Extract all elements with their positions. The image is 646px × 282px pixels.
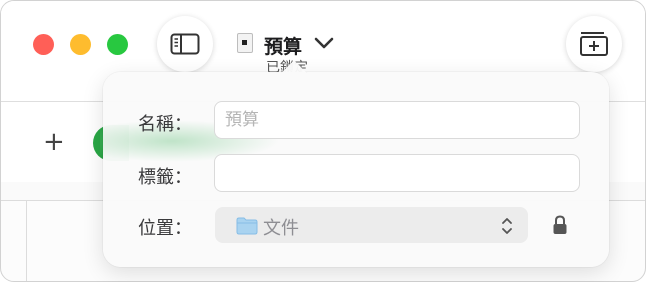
document-icon [237,33,253,53]
tags-field[interactable] [214,154,580,192]
location-value: 文件 [263,218,299,239]
lock-icon[interactable] [552,214,568,236]
location-select[interactable] [215,207,528,243]
document-title[interactable]: 預算 [264,32,302,59]
sidebar-icon [170,33,200,55]
chevron-down-icon[interactable] [313,35,335,51]
close-button[interactable] [33,34,54,55]
name-label: 名稱： [138,114,192,135]
tags-label: 標籤： [138,167,192,188]
up-down-chevron-icon [502,218,512,234]
sidebar-toggle-button[interactable] [157,16,213,72]
add-frame-button[interactable] [566,16,622,72]
name-field[interactable] [214,101,580,139]
add-frame-icon [580,32,608,56]
location-label: 位置： [138,218,192,239]
row-gutter [26,200,27,281]
minimize-button[interactable] [70,34,91,55]
maximize-button[interactable] [107,34,128,55]
add-button[interactable]: + [43,129,65,155]
folder-icon [236,217,258,235]
